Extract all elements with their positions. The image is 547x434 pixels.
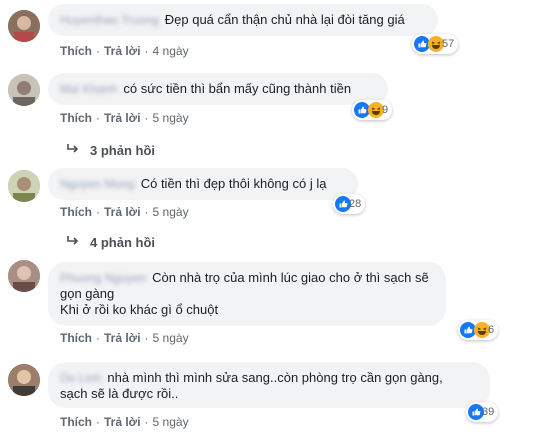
comment-actions: Thích · Trả lời · 5 ngày [60, 111, 189, 125]
timestamp[interactable]: 4 ngày [153, 44, 189, 58]
comment-text: Có tiền thì đẹp thôi không có j lạ [140, 176, 327, 191]
comment-text-line-3: Khi ở rồi ko khác gì ổ chuột [60, 302, 219, 317]
like-link[interactable]: Thích [60, 415, 92, 429]
reaction-summary[interactable]: 39 [466, 402, 499, 422]
avatar[interactable] [8, 10, 40, 42]
comment-actions: Thích · Trả lời · 5 ngày [60, 415, 189, 429]
separator: · [144, 44, 149, 58]
separator: · [144, 205, 149, 219]
replies-label[interactable]: 4 phản hồi [90, 235, 155, 250]
comment-actions: Thích · Trả lời · 5 ngày [60, 331, 189, 345]
separator: · [144, 111, 149, 125]
avatar[interactable] [8, 170, 40, 202]
reply-link[interactable]: Trả lời [104, 44, 141, 58]
avatar[interactable] [8, 364, 40, 396]
comment-text-line-1: nhà mình thì mình sửa sang..còn phòng tr… [107, 370, 443, 385]
avatar[interactable] [8, 74, 40, 106]
reaction-count: 57 [442, 38, 455, 50]
separator: · [96, 331, 100, 345]
reaction-count: 28 [349, 198, 362, 210]
comment-author[interactable]: Huyenthao Truong [60, 12, 159, 28]
like-link[interactable]: Thích [60, 205, 92, 219]
avatar[interactable] [8, 260, 40, 292]
reaction-count: 39 [482, 406, 495, 418]
separator: · [96, 111, 100, 125]
like-link[interactable]: Thích [60, 331, 92, 345]
reply-link[interactable]: Trả lời [104, 331, 141, 345]
comment-text-line-2: sạch sẽ là được rồi.. [60, 386, 179, 401]
comment-bubble: Huyenthao Truong Đẹp quá cẩn thận chủ nhà… [48, 4, 438, 36]
like-link[interactable]: Thích [60, 44, 92, 58]
comment-text: có sức tiền thì bẩn mấy cũng thành tiền [123, 81, 352, 96]
timestamp[interactable]: 5 ngày [153, 331, 189, 345]
reply-arrow-icon [66, 143, 80, 158]
timestamp[interactable]: 5 ngày [153, 111, 189, 125]
reaction-summary[interactable]: 6 [458, 320, 499, 340]
reaction-count: 6 [488, 324, 495, 336]
comment-text-line-1: Còn nhà trọ của mình lúc giao cho ở thì … [152, 270, 429, 285]
comment-author[interactable]: Mai Khanh [60, 81, 117, 97]
comment-bubble: Do Linh nhà mình thì mình sửa sang..còn p… [48, 362, 490, 408]
separator: · [96, 415, 100, 429]
comment-text: Đẹp quá cẩn thận chủ nhà lại đòi tăng gi… [164, 12, 405, 27]
view-replies-link[interactable]: 3 phản hồi [66, 143, 155, 158]
separator: · [96, 44, 100, 58]
separator: · [144, 331, 149, 345]
comment-actions: Thích · Trả lời · 5 ngày [60, 205, 189, 219]
reply-link[interactable]: Trả lời [104, 111, 141, 125]
like-link[interactable]: Thích [60, 111, 92, 125]
separator: · [144, 415, 149, 429]
reaction-summary[interactable]: 57 [412, 34, 459, 54]
reply-link[interactable]: Trả lời [104, 205, 141, 219]
reply-link[interactable]: Trả lời [104, 415, 141, 429]
timestamp[interactable]: 5 ngày [153, 205, 189, 219]
reaction-summary[interactable]: 28 [333, 194, 366, 214]
separator: · [96, 205, 100, 219]
reply-arrow-icon [66, 235, 80, 250]
replies-label[interactable]: 3 phản hồi [90, 143, 155, 158]
reaction-summary[interactable]: 9 [352, 100, 393, 120]
view-replies-link[interactable]: 4 phản hồi [66, 235, 155, 250]
comment-bubble: Mai Khanh có sức tiền thì bẩn mấy cũng th… [48, 73, 388, 105]
comment-author[interactable]: Phuong Nguyen [60, 270, 146, 286]
comment-author[interactable]: Nguyen Mong [60, 176, 135, 192]
reaction-count: 9 [382, 104, 389, 116]
timestamp[interactable]: 5 ngày [153, 415, 189, 429]
comment-bubble: Nguyen Mong Có tiền thì đẹp thôi không có… [48, 168, 358, 200]
comment-actions: Thích · Trả lời · 4 ngày [60, 44, 189, 58]
comment-author[interactable]: Do Linh [60, 370, 101, 386]
comment-text-line-2: gọn gàng [60, 286, 115, 301]
comment-bubble: Phuong Nguyen Còn nhà trọ của mình lúc gi… [48, 262, 446, 326]
